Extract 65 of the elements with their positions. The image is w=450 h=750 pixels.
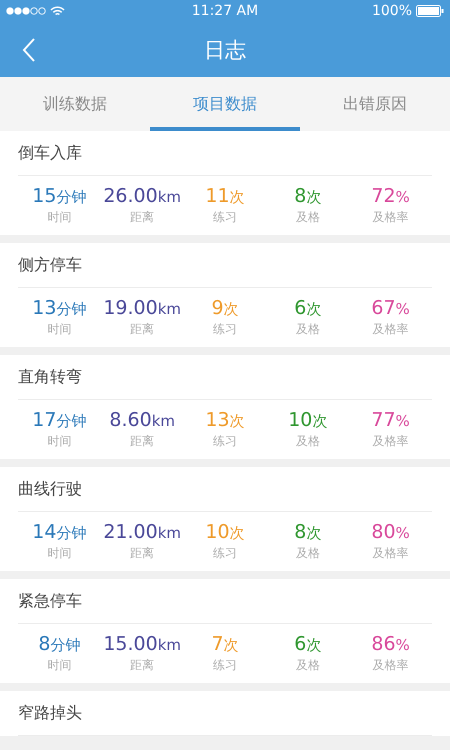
stat-value: 9次 — [211, 297, 239, 319]
stat-label: 及格 — [296, 433, 320, 450]
stat-label: 距离 — [130, 209, 154, 226]
stat-label: 练习 — [212, 209, 237, 226]
stat-value: 80% — [371, 521, 410, 543]
project-title: 窄路掉头 — [18, 691, 432, 736]
stat-value: 15.00km — [103, 633, 182, 655]
project-title: 紧急停车 — [18, 579, 432, 624]
project-title: 倒车入库 — [18, 131, 432, 176]
stat-label: 时间 — [47, 657, 72, 674]
stat-value: 8次 — [294, 185, 322, 207]
stat-label: 及格率 — [372, 545, 409, 562]
stat-label: 及格率 — [372, 321, 409, 338]
stat-value: 10次 — [288, 409, 328, 431]
stat-value: 67% — [371, 297, 410, 319]
stat-value: 77% — [371, 409, 410, 431]
stat-label: 时间 — [47, 209, 72, 226]
stat-value: 13次 — [205, 409, 245, 431]
stat-value: 10次 — [205, 521, 245, 543]
stat-label: 及格 — [296, 545, 320, 562]
stat-value: 72% — [371, 185, 410, 207]
stat-label: 距离 — [130, 321, 154, 338]
project-title: 侧方停车 — [18, 243, 432, 288]
wifi-icon — [50, 6, 65, 16]
stat-value: 7次 — [211, 633, 239, 655]
stat-label: 时间 — [47, 321, 72, 338]
stat-value: 8分钟 — [38, 633, 80, 655]
stat-label: 时间 — [47, 545, 72, 562]
stat-value: 6次 — [294, 297, 322, 319]
stat-value: 8次 — [294, 521, 322, 543]
stat-label: 距离 — [130, 657, 154, 674]
stat-label: 距离 — [130, 545, 154, 562]
stat-value: 14分钟 — [32, 521, 86, 543]
stat-value: 19.00km — [103, 297, 182, 319]
signal-icon — [6, 7, 46, 15]
stat-value: 13分钟 — [32, 297, 86, 319]
stat-value: 26.00km — [103, 185, 182, 207]
stat-label: 练习 — [212, 657, 237, 674]
stat-label: 及格 — [296, 321, 320, 338]
tab[interactable]: 训练数据 — [0, 77, 150, 131]
status-time: 11:27 AM — [192, 3, 258, 19]
stat-value: 6次 — [294, 633, 322, 655]
stat-value: 86% — [371, 633, 410, 655]
stat-value: 8.60km — [109, 409, 175, 431]
stat-value: 11次 — [205, 185, 245, 207]
stat-label: 时间 — [47, 433, 72, 450]
battery-percent: 100% — [372, 3, 412, 19]
stat-value: 21.00km — [103, 521, 182, 543]
stat-value: 17分钟 — [32, 409, 86, 431]
tab[interactable]: 出错原因 — [300, 77, 450, 131]
stat-label: 练习 — [212, 433, 237, 450]
stat-label: 及格率 — [372, 657, 409, 674]
stat-label: 及格 — [296, 209, 320, 226]
stat-value: 15分钟 — [32, 185, 86, 207]
stat-label: 及格率 — [372, 209, 409, 226]
stat-label: 及格 — [296, 657, 320, 674]
stat-label: 练习 — [212, 545, 237, 562]
back-icon[interactable] — [22, 38, 36, 62]
project-title: 曲线行驶 — [18, 467, 432, 512]
battery-icon — [416, 5, 444, 17]
stat-label: 练习 — [212, 321, 237, 338]
stat-label: 及格率 — [372, 433, 409, 450]
page-title: 日志 — [204, 36, 246, 64]
project-title: 直角转弯 — [18, 355, 432, 400]
stat-label: 距离 — [130, 433, 154, 450]
